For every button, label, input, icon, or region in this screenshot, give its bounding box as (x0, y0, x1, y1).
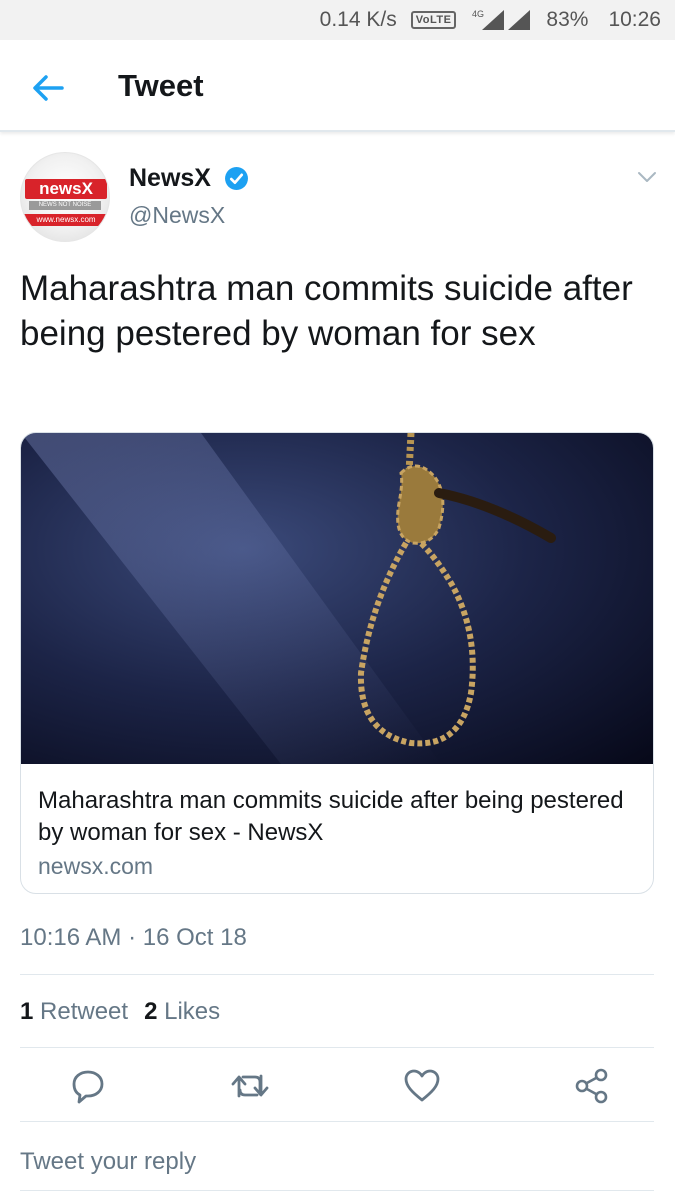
reply-input[interactable]: Tweet your reply (20, 1148, 196, 1176)
reply-icon (72, 1070, 104, 1104)
page-title: Tweet (118, 68, 204, 103)
volte-badge: VoLTE (410, 11, 457, 29)
card-image (21, 433, 653, 764)
reply-button[interactable] (68, 1066, 108, 1106)
avatar-url: www.newsx.com (23, 214, 109, 226)
share-icon (575, 1068, 608, 1104)
arrow-left-icon (33, 75, 64, 101)
card-title: Maharashtra man commits suicide after be… (38, 787, 624, 846)
like-count: 2 (144, 998, 158, 1025)
network-speed: 0.14 K/s (319, 8, 397, 31)
like-stat[interactable]: 2 Likes (144, 998, 220, 1025)
chevron-down-icon[interactable] (636, 166, 658, 188)
avatar-tagline: NEWS NOT NOISE (29, 201, 101, 210)
link-card[interactable]: Maharashtra man commits suicide after be… (20, 432, 654, 894)
like-button[interactable] (402, 1066, 442, 1106)
status-bar: 0.14 K/s VoLTE 4G 83% 10:26 (0, 0, 675, 40)
verified-badge-icon (225, 167, 248, 190)
like-label: Likes (164, 998, 221, 1025)
share-button[interactable] (572, 1066, 612, 1106)
retweet-stat[interactable]: 1 Retweet (20, 998, 128, 1025)
retweet-button[interactable] (230, 1066, 270, 1106)
tweet-text: Maharashtra man commits suicide after be… (20, 269, 633, 353)
back-button[interactable] (30, 70, 66, 106)
author-name[interactable]: NewsX (129, 164, 211, 193)
divider (20, 1121, 654, 1122)
clock: 10:26 (608, 8, 661, 31)
network-type: 4G (472, 9, 484, 19)
battery-level: 83% (546, 8, 589, 31)
avatar[interactable]: newsX NEWS NOT NOISE www.newsx.com (20, 152, 110, 242)
divider (20, 1047, 654, 1048)
app-header: Tweet (0, 40, 675, 132)
avatar-logo: newsX (25, 179, 107, 199)
retweet-count: 1 (20, 998, 34, 1025)
card-domain: newsx.com (38, 853, 154, 879)
retweet-label: Retweet (40, 998, 129, 1025)
reply-underline (20, 1190, 654, 1191)
heart-icon (404, 1069, 440, 1102)
tweet-actions (0, 1066, 675, 1110)
tweet-timestamp: 10:16 AM · 16 Oct 18 (20, 924, 247, 951)
signal-icon: 4G (470, 8, 532, 32)
divider (20, 974, 654, 975)
author-handle[interactable]: @NewsX (129, 202, 225, 229)
retweet-icon (231, 1074, 269, 1098)
tweet-stats: 1 Retweet 2 Likes (20, 998, 220, 1026)
